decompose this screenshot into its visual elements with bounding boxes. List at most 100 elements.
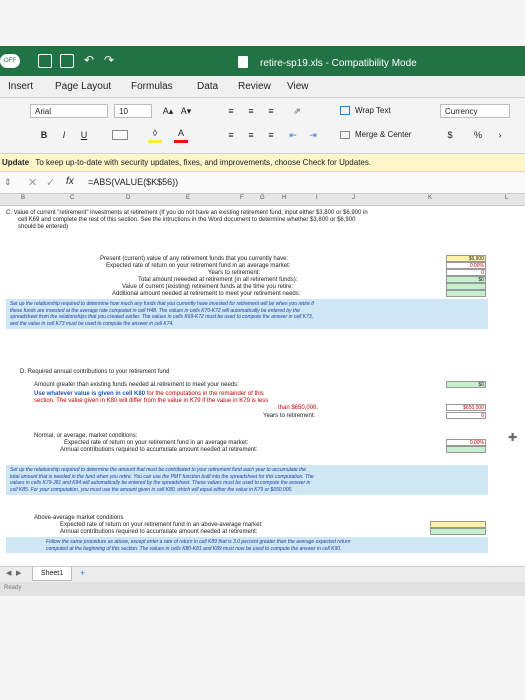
excel-file-icon — [238, 56, 248, 68]
column-header[interactable]: F — [240, 195, 244, 201]
grow-font-button[interactable]: A▴ — [160, 104, 176, 118]
fill-color-icon[interactable]: ◊ — [148, 126, 162, 143]
window-title: retire-sp19.xls - Compatibility Mode — [260, 58, 417, 69]
cell-k80[interactable]: $650,000 — [446, 404, 486, 411]
row-label: Years to retirement: — [208, 270, 261, 276]
shrink-font-button[interactable]: A▾ — [178, 104, 194, 118]
row-label: Expected rate of return on your retireme… — [60, 522, 263, 528]
column-header[interactable]: C — [70, 195, 74, 201]
align-center-icon[interactable]: ≡ — [244, 128, 258, 142]
row-label: Value of current (existing) retirement f… — [122, 284, 293, 290]
bold-button[interactable]: B — [38, 128, 50, 142]
update-label: Update — [2, 158, 30, 167]
cell-k74[interactable] — [446, 290, 486, 297]
row-label: Present (current) value of any retiremen… — [100, 256, 289, 262]
align-bottom-icon[interactable]: ≡ — [264, 104, 278, 118]
align-left-icon[interactable]: ≡ — [224, 128, 238, 142]
instruction-note: Set up the relationship required to dete… — [6, 299, 488, 329]
instruction-note: Follow the same procedure as above, exce… — [6, 537, 488, 553]
currency-button[interactable]: $ — [444, 128, 456, 142]
scroll-tabs-left-icon[interactable]: ◀ — [6, 569, 11, 577]
save-icon[interactable] — [38, 54, 52, 68]
align-top-icon[interactable]: ≡ — [224, 104, 238, 118]
tab-page-layout[interactable]: Page Layout — [55, 81, 111, 92]
italic-button[interactable]: I — [58, 128, 70, 142]
wrap-text-button[interactable]: Wrap Text — [355, 106, 391, 115]
worksheet[interactable]: C. Value of current "retirement" investm… — [0, 206, 525, 566]
cell-k85[interactable] — [446, 446, 486, 453]
column-header[interactable]: K — [428, 195, 432, 201]
underline-button[interactable]: U — [78, 128, 90, 142]
enter-icon[interactable]: ✓ — [46, 176, 55, 189]
row-label: Years to retirement: — [263, 413, 316, 419]
row-label: Expected rate of return on your retireme… — [106, 263, 291, 269]
ribbon: Arial 10 A▴ A▾ ≡ ≡ ≡ ⇗ Wrap Text Currenc… — [0, 98, 525, 154]
tab-formulas[interactable]: Formulas — [131, 81, 173, 92]
column-header[interactable]: L — [505, 195, 508, 201]
column-header[interactable]: D — [126, 195, 130, 201]
font-size-field[interactable]: 10 — [114, 104, 152, 118]
tab-review[interactable]: Review — [238, 81, 271, 92]
cell-k79[interactable]: $0 — [446, 381, 486, 388]
column-header[interactable]: J — [352, 195, 355, 201]
number-format-select[interactable]: Currency — [440, 104, 510, 118]
cell-k70[interactable]: 0.00% — [446, 262, 486, 269]
borders-icon[interactable] — [112, 130, 128, 140]
orientation-icon[interactable]: ⇗ — [288, 104, 306, 118]
cell-k71[interactable]: 0 — [446, 269, 486, 276]
comma-style-icon[interactable]: › — [494, 128, 506, 142]
scroll-tabs-right-icon[interactable]: ▶ — [16, 569, 21, 577]
section-c-text: cell K69 and complete the rest of this s… — [18, 217, 356, 223]
column-header[interactable]: B — [21, 195, 25, 201]
section-d-heading: D. Required annual contributions to your… — [20, 369, 170, 375]
percent-button[interactable]: % — [472, 128, 484, 142]
redo-icon[interactable]: ↷ — [104, 53, 114, 67]
tab-insert[interactable]: Insert — [8, 81, 33, 92]
font-name-field[interactable]: Arial — [30, 104, 108, 118]
tab-view[interactable]: View — [287, 81, 309, 92]
ribbon-tabs: Insert Page Layout Formulas Data Review … — [0, 76, 525, 98]
row-label: Amount greater than existing funds neede… — [34, 382, 239, 388]
tab-data[interactable]: Data — [197, 81, 218, 92]
column-header[interactable]: G — [260, 195, 265, 201]
align-middle-icon[interactable]: ≡ — [244, 104, 258, 118]
normal-header: Normal, or average, market conditions: — [34, 433, 138, 439]
instruction-note: Set up the relationship required to dete… — [6, 465, 488, 495]
align-right-icon[interactable]: ≡ — [264, 128, 278, 142]
input-cell-k69[interactable]: $6,900 — [446, 255, 486, 262]
formula-input[interactable]: =ABS(VALUE($K$56)) — [88, 177, 178, 187]
column-header[interactable]: E — [186, 195, 190, 201]
merge-center-button[interactable]: Merge & Center — [355, 130, 411, 139]
sheet-tab-sheet1[interactable]: Sheet1 — [32, 567, 72, 581]
formula-bar: ⇕ ✕ ✓ fx =ABS(VALUE($K$56)) — [0, 172, 525, 194]
column-headers: B C D E F G H I J K L — [0, 194, 525, 206]
cancel-icon[interactable]: ✕ — [28, 176, 37, 189]
instruction-text: section. The value given in K80 will dif… — [34, 398, 269, 404]
cell-k90[interactable] — [430, 528, 486, 535]
merge-icon — [340, 131, 350, 139]
instruction-text: than $650,000. — [278, 405, 319, 411]
insert-function-button[interactable]: fx — [66, 176, 74, 187]
section-c-heading: C. Value of current "retirement" investm… — [6, 210, 368, 216]
add-sheet-button[interactable]: + — [80, 568, 85, 578]
cell-k72[interactable]: $0 — [446, 276, 486, 283]
above-header: Above-average market conditions — [34, 515, 124, 521]
print-icon[interactable] — [60, 54, 74, 68]
row-label: Total amount neeeded at retirement (in a… — [138, 277, 298, 283]
font-color-icon[interactable]: A — [174, 126, 188, 143]
increase-indent-icon[interactable]: ⇥ — [306, 128, 320, 142]
decrease-indent-icon[interactable]: ⇤ — [286, 128, 300, 142]
undo-icon[interactable]: ↶ — [84, 53, 94, 67]
row-label: Annual contributions required to accumul… — [60, 447, 258, 453]
cell-k81[interactable]: 0 — [446, 412, 486, 419]
input-cell-k89[interactable] — [430, 521, 486, 528]
column-header[interactable]: H — [282, 195, 286, 201]
update-message[interactable]: To keep up-to-date with security updates… — [35, 158, 371, 167]
autosave-toggle[interactable]: OFF — [0, 54, 20, 68]
sheet-tabs-bar: ◀ ▶ Sheet1 + — [0, 566, 525, 582]
section-c-text: should be entered) — [18, 224, 69, 230]
name-box-stepper-icon[interactable]: ⇕ — [4, 177, 12, 188]
cell-k84[interactable]: 0.00% — [446, 439, 486, 446]
column-header[interactable]: I — [316, 195, 318, 201]
cell-k73[interactable] — [446, 283, 486, 290]
